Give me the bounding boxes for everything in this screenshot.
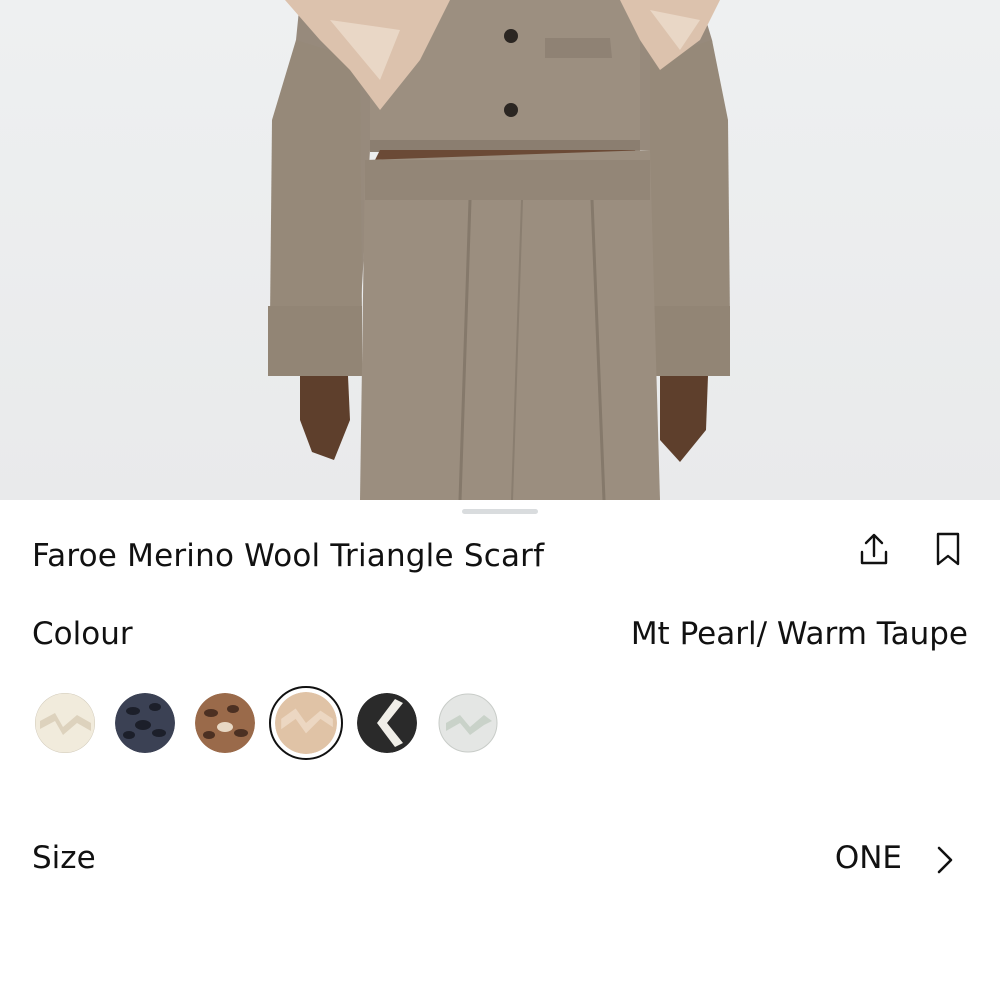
product-image[interactable] <box>0 0 1000 500</box>
colour-swatch[interactable] <box>354 690 420 756</box>
chevron-right-icon <box>937 846 953 874</box>
colour-label: Colour <box>32 616 133 652</box>
colour-swatch[interactable] <box>32 690 98 756</box>
colour-row: Colour Mt Pearl/ Warm Taupe <box>32 612 968 658</box>
bookmark-icon <box>936 532 960 566</box>
swatch-pattern <box>438 693 498 753</box>
swatch-pattern <box>35 693 95 753</box>
colour-swatch[interactable] <box>435 690 501 756</box>
title-row: Faroe Merino Wool Triangle Scarf <box>32 530 968 578</box>
swatch-pattern <box>195 693 255 753</box>
colour-swatch-selected[interactable] <box>269 686 343 760</box>
product-photo <box>268 0 730 500</box>
product-title: Faroe Merino Wool Triangle Scarf <box>32 538 545 574</box>
swatch-fill <box>357 693 417 753</box>
swatch-fill <box>115 693 175 753</box>
size-label: Size <box>32 840 96 876</box>
swatch-fill <box>195 693 255 753</box>
colour-swatch[interactable] <box>112 690 178 756</box>
size-value: ONE <box>834 840 902 876</box>
colour-swatches <box>32 686 532 760</box>
swatch-pattern <box>115 693 175 753</box>
swatch-fill <box>438 693 498 753</box>
swatch-pattern <box>275 692 337 754</box>
size-selector[interactable]: Size ONE <box>32 836 968 884</box>
swatch-pattern <box>357 693 417 753</box>
colour-swatch[interactable] <box>192 690 258 756</box>
share-icon <box>860 533 888 565</box>
bookmark-button[interactable] <box>928 530 968 570</box>
selected-colour-value: Mt Pearl/ Warm Taupe <box>630 616 968 652</box>
sheet-handle[interactable] <box>462 509 538 514</box>
share-button[interactable] <box>854 530 894 570</box>
swatch-fill <box>35 693 95 753</box>
swatch-fill <box>275 692 337 754</box>
